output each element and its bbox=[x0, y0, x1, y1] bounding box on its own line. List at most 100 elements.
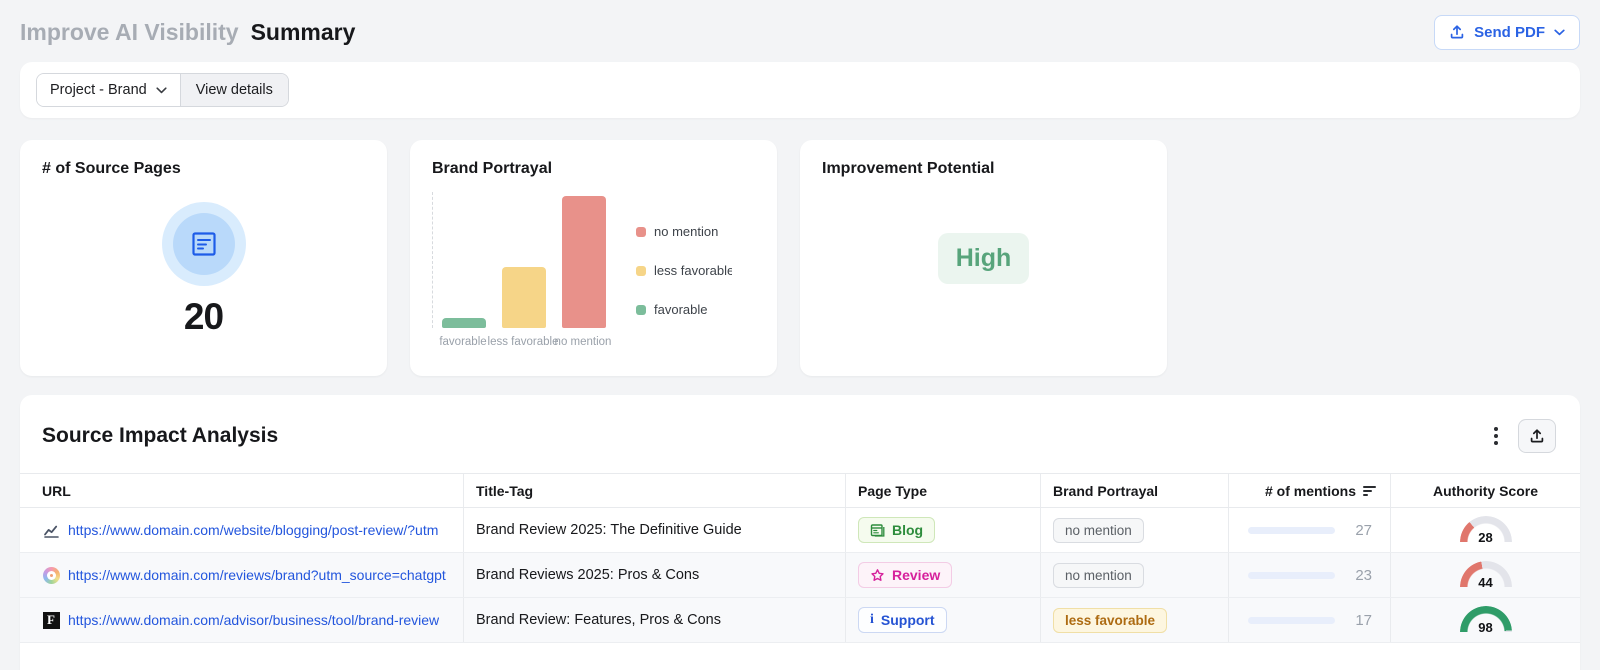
chart-legend: no mention less favorable favorable bbox=[636, 224, 732, 348]
legend-swatch-less-favorable bbox=[636, 266, 646, 276]
legend-item-less-favorable: less favorable bbox=[636, 263, 732, 278]
project-selector-dropdown[interactable]: Project - Brand bbox=[37, 74, 181, 106]
view-details-label: View details bbox=[196, 82, 273, 98]
mentions-cell: 23 bbox=[1228, 553, 1390, 597]
page-type-badge-blog: Blog bbox=[858, 517, 935, 543]
export-icon bbox=[1529, 428, 1545, 444]
authority-score-gauge: 98 bbox=[1460, 606, 1512, 635]
improvement-potential-body: High bbox=[822, 178, 1145, 338]
url-cell: https://www.domain.com/reviews/brand?utm… bbox=[20, 553, 463, 597]
column-header-title-tag: Title-Tag bbox=[463, 474, 845, 507]
chevron-down-icon bbox=[1554, 29, 1565, 36]
bar-less-favorable bbox=[502, 267, 546, 328]
page-type-cell: Review bbox=[845, 553, 1040, 597]
page-type-label: Support bbox=[881, 612, 935, 628]
x-label-no-mention: no mention bbox=[561, 336, 605, 348]
x-label-less-favorable: less favorable bbox=[501, 336, 545, 348]
mentions-cell: 27 bbox=[1228, 508, 1390, 552]
authority-score-value: 28 bbox=[1460, 530, 1512, 545]
page-type-label: Review bbox=[892, 567, 940, 583]
document-icon-halo bbox=[162, 202, 246, 286]
source-url-link[interactable]: https://www.domain.com/advisor/business/… bbox=[68, 612, 439, 628]
source-pages-card: # of Source Pages 20 bbox=[20, 140, 387, 376]
legend-label-no-mention: no mention bbox=[654, 224, 718, 239]
top-header: Improve AI Visibility Summary Send PDF bbox=[0, 0, 1600, 62]
chart-plot-column: favorable less favorable no mention bbox=[432, 192, 606, 348]
section-header: Source Impact Analysis bbox=[20, 395, 1580, 473]
project-segmented-control: Project - Brand View details bbox=[36, 73, 289, 107]
mentions-bar-track bbox=[1248, 617, 1335, 624]
column-header-mentions[interactable]: # of mentions bbox=[1228, 474, 1390, 507]
source-url-link[interactable]: https://www.domain.com/website/blogging/… bbox=[68, 522, 438, 538]
bar-favorable bbox=[442, 318, 486, 328]
authority-score-cell: 28 bbox=[1390, 508, 1580, 552]
view-details-button[interactable]: View details bbox=[181, 74, 288, 106]
portrayal-badge-less-favorable: less favorable bbox=[1053, 608, 1167, 633]
title-tag-cell: Brand Review: Features, Pros & Cons bbox=[463, 598, 845, 642]
breadcrumb[interactable]: Improve AI Visibility bbox=[20, 19, 239, 46]
mentions-cell: 17 bbox=[1228, 598, 1390, 642]
legend-swatch-no-mention bbox=[636, 227, 646, 237]
section-actions bbox=[1490, 419, 1556, 453]
brand-portrayal-title: Brand Portrayal bbox=[432, 160, 755, 178]
brand-portrayal-cell: no mention bbox=[1040, 508, 1228, 552]
mentions-value: 23 bbox=[1350, 567, 1372, 584]
mentions-bar-track bbox=[1248, 572, 1335, 579]
authority-score-value: 44 bbox=[1460, 575, 1512, 590]
authority-score-gauge: 44 bbox=[1460, 561, 1512, 590]
source-impact-analysis-section: Source Impact Analysis URL Title-Tag Pag… bbox=[20, 395, 1580, 670]
legend-swatch-favorable bbox=[636, 305, 646, 315]
chevron-down-icon bbox=[156, 87, 167, 94]
table-row: https://www.domain.com/reviews/brand?utm… bbox=[20, 553, 1580, 598]
url-cell: https://www.domain.com/website/blogging/… bbox=[20, 508, 463, 552]
document-icon bbox=[189, 229, 219, 259]
document-icon-circle bbox=[173, 213, 235, 275]
url-cell: F https://www.domain.com/advisor/busines… bbox=[20, 598, 463, 642]
more-options-icon[interactable] bbox=[1490, 421, 1502, 451]
section-title: Source Impact Analysis bbox=[42, 424, 278, 448]
project-selector-label: Project - Brand bbox=[50, 82, 147, 98]
improvement-potential-card: Improvement Potential High bbox=[800, 140, 1167, 376]
source-url-link[interactable]: https://www.domain.com/reviews/brand?utm… bbox=[68, 567, 446, 583]
bar-no-mention bbox=[562, 196, 606, 328]
send-pdf-button[interactable]: Send PDF bbox=[1434, 15, 1580, 50]
table-row: https://www.domain.com/website/blogging/… bbox=[20, 508, 1580, 553]
source-pages-value: 20 bbox=[184, 296, 223, 338]
export-table-button[interactable] bbox=[1518, 419, 1556, 453]
table-row: F https://www.domain.com/advisor/busines… bbox=[20, 598, 1580, 643]
title-tag-cell: Brand Review 2025: The Definitive Guide bbox=[463, 508, 845, 552]
page-type-label: Blog bbox=[892, 522, 923, 538]
legend-label-less-favorable: less favorable bbox=[654, 263, 732, 278]
page-type-badge-support: i Support bbox=[858, 607, 947, 633]
swirl-favicon bbox=[42, 566, 60, 584]
blog-icon bbox=[870, 523, 885, 538]
title-tag-cell: Brand Reviews 2025: Pros & Cons bbox=[463, 553, 845, 597]
forbes-f-favicon: F bbox=[42, 611, 60, 629]
chart-x-axis-labels: favorable less favorable no mention bbox=[432, 336, 606, 348]
info-icon: i bbox=[870, 612, 874, 628]
filter-bar: Project - Brand View details bbox=[20, 62, 1580, 118]
legend-item-no-mention: no mention bbox=[636, 224, 732, 239]
page-title-group: Improve AI Visibility Summary bbox=[20, 19, 355, 46]
portrayal-badge-no-mention: no mention bbox=[1053, 563, 1144, 588]
column-header-url: URL bbox=[20, 474, 463, 507]
column-header-page-type: Page Type bbox=[845, 474, 1040, 507]
metric-cards-row: # of Source Pages 20 Brand Portrayal bbox=[20, 140, 1580, 376]
column-header-brand-portrayal: Brand Portrayal bbox=[1040, 474, 1228, 507]
upload-icon bbox=[1449, 24, 1465, 40]
line-chart-favicon bbox=[42, 521, 60, 539]
mentions-bar-track bbox=[1248, 527, 1335, 534]
x-label-favorable: favorable bbox=[441, 336, 485, 348]
mentions-value: 27 bbox=[1350, 522, 1372, 539]
star-icon bbox=[870, 568, 885, 583]
brand-portrayal-cell: no mention bbox=[1040, 553, 1228, 597]
chart-plot-area bbox=[432, 192, 606, 328]
authority-score-value: 98 bbox=[1460, 620, 1512, 635]
page-title: Summary bbox=[251, 19, 356, 46]
legend-item-favorable: favorable bbox=[636, 302, 732, 317]
authority-score-cell: 98 bbox=[1390, 598, 1580, 642]
source-pages-body: 20 bbox=[42, 202, 365, 338]
brand-portrayal-chart: favorable less favorable no mention no m… bbox=[432, 192, 755, 348]
column-header-authority-score: Authority Score bbox=[1390, 474, 1580, 507]
brand-portrayal-card: Brand Portrayal favorable less favorable… bbox=[410, 140, 777, 376]
